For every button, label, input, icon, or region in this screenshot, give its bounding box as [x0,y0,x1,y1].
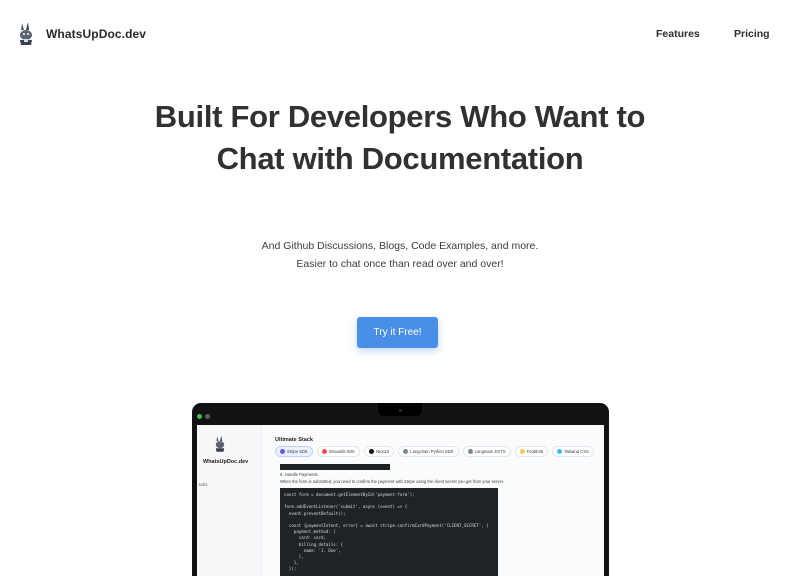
chip-label: Langchain Python SDK [410,449,454,454]
langchain-icon [403,449,409,454]
doc-heading: 5. Handle Payments [280,472,318,477]
sdk-chip-bar: Stripe SDK Streamlit SDK Next15 Langchai… [275,446,604,457]
mockup-sidebar: WhatsUpDoc.dev tabs [197,425,262,576]
chip-label: Langmain JS/TS [474,449,506,454]
tailwind-icon [557,449,563,454]
chip-streamlit-sdk[interactable]: Streamlit SDK [316,446,361,457]
chip-langchain-python-sdk[interactable]: Langchain Python SDK [398,446,459,457]
code-block: const form = document.getElementById('pa… [280,488,498,576]
chip-label: Stripe SDK [287,449,308,454]
laptop-bezel [192,403,609,425]
chip-tailwind-css[interactable]: Tailwind CSS [552,446,594,457]
mockup-brand-name: WhatsUpDoc.dev [203,459,249,465]
nextjs-icon [369,449,375,454]
chip-foobb35[interactable]: Foobb35 [514,446,549,457]
app-screenshot: WhatsUpDoc.dev tabs Ultimate Stack Strip… [197,425,604,576]
doc-highlight-bar [280,464,390,470]
status-dot-icon [197,414,202,419]
brand-name: WhatsUpDoc.dev [46,27,147,41]
chip-stripe-sdk[interactable]: Stripe SDK [275,446,313,457]
top-nav: WhatsUpDoc.dev Features Pricing [0,0,800,70]
chip-label: Tailwind CSS [564,449,589,454]
langchain-icon [467,449,473,454]
try-it-free-button[interactable]: Try it Free! [357,317,438,348]
doc-paragraph: When the form is submitted, you need to … [280,479,505,484]
chip-next15[interactable]: Next15 [364,446,395,457]
foobb-icon [519,449,525,454]
hero-subtitle-line-2: Easier to chat once than read over and o… [296,258,504,270]
streamlit-icon [321,449,327,454]
hero-title: Built For Developers Who Want to Chat wi… [154,99,646,176]
chip-label: Foobb35 [526,449,544,454]
stripe-icon [280,449,285,454]
sidebar-item-tabs[interactable]: tabs [199,482,208,487]
camera-icon [399,409,402,412]
chip-langmain-js-ts[interactable]: Langmain JS/TS [462,446,511,457]
rabbit-logo-icon [20,22,32,45]
hero-subtitle-line-1: And Github Discussions, Blogs, Code Exam… [261,240,539,252]
nav-link-features[interactable]: Features [656,28,700,40]
chip-label: Next15 [376,449,390,454]
hero-subtitle: And Github Discussions, Blogs, Code Exam… [150,237,650,273]
chip-label: Streamlit SDK [328,449,356,454]
brand-logo-link[interactable]: WhatsUpDoc.dev [16,22,146,46]
rabbit-logo-icon [215,435,225,452]
laptop-mockup: WhatsUpDoc.dev tabs Ultimate Stack Strip… [192,403,609,576]
status-dot-icon [205,414,210,419]
nav-link-pricing[interactable]: Pricing [734,28,770,40]
mockup-main: Ultimate Stack Stripe SDK Streamlit SDK … [267,425,604,576]
stack-title: Ultimate Stack [275,437,313,443]
code-line: }); [284,566,297,572]
